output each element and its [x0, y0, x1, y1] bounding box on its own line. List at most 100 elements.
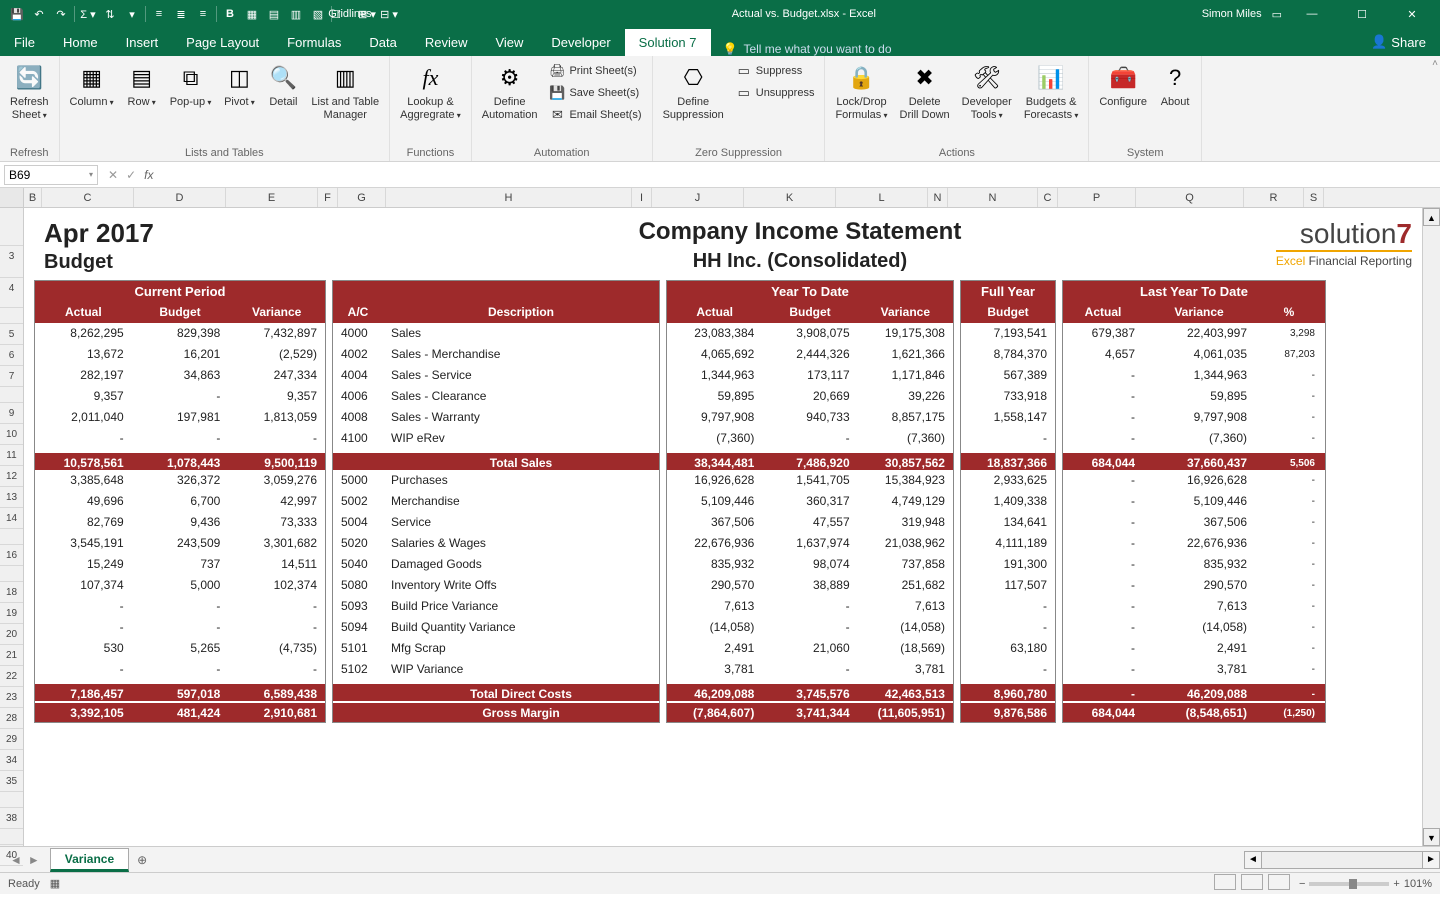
zoom-slider[interactable]: − + 101% [1299, 878, 1432, 890]
vertical-scrollbar[interactable]: ▲ ▼ [1422, 208, 1440, 846]
developer-button[interactable]: 🛠Developer Tools [956, 58, 1018, 126]
col-header[interactable]: B [24, 188, 42, 207]
row-header[interactable] [0, 566, 23, 582]
row-header[interactable]: 11 [0, 445, 23, 466]
cancel-icon[interactable]: ✕ [108, 168, 118, 182]
scroll-left-icon[interactable]: ◄ [1244, 851, 1262, 869]
unsuppress-button[interactable]: ▭Unsuppress [734, 82, 817, 104]
row-header[interactable]: 10 [0, 424, 23, 445]
macro-icon[interactable]: ▦ [50, 877, 60, 890]
pop-up-button[interactable]: ⧉Pop-up [164, 58, 218, 113]
row-header[interactable]: 9 [0, 403, 23, 424]
minimize-button[interactable]: — [1292, 8, 1332, 20]
zoom-out-icon[interactable]: − [1299, 878, 1305, 890]
lookup---button[interactable]: fxLookup & Aggregrate [394, 58, 467, 126]
enter-icon[interactable]: ✓ [126, 168, 136, 182]
col-header[interactable]: S [1304, 188, 1324, 207]
row-header[interactable]: 21 [0, 645, 23, 666]
row-header[interactable]: 12 [0, 466, 23, 487]
undo-icon[interactable]: ↶ [30, 5, 48, 23]
normal-view-icon[interactable] [1214, 874, 1236, 890]
scroll-right-icon[interactable]: ► [1422, 851, 1440, 869]
col-header[interactable]: J [652, 188, 744, 207]
row-header[interactable] [0, 208, 23, 246]
user-name[interactable]: Simon Miles [1202, 8, 1262, 20]
row-header[interactable]: 20 [0, 624, 23, 645]
col-header[interactable]: R [1244, 188, 1304, 207]
col-header[interactable]: C [1038, 188, 1058, 207]
tab-developer[interactable]: Developer [537, 29, 624, 56]
border-icon[interactable]: ▧ [309, 5, 327, 23]
tab-page-layout[interactable]: Page Layout [172, 29, 273, 56]
row-header[interactable]: 35 [0, 771, 23, 792]
sort-icon[interactable]: ⇅ [101, 5, 119, 23]
bold-icon[interactable]: B [221, 5, 239, 23]
col-header[interactable]: P [1058, 188, 1136, 207]
pivot-button[interactable]: ◫Pivot [217, 58, 261, 113]
col-header[interactable]: I [632, 188, 652, 207]
lock-drop-button[interactable]: 🔒Lock/Drop Formulas [829, 58, 893, 126]
row-header[interactable]: 19 [0, 603, 23, 624]
row-header[interactable] [0, 387, 23, 403]
tab-insert[interactable]: Insert [112, 29, 173, 56]
filter-icon[interactable]: ▾ [123, 5, 141, 23]
row-header[interactable] [0, 792, 23, 808]
tell-me[interactable]: 💡 Tell me what you want to do [723, 42, 892, 56]
col-header[interactable]: E [226, 188, 318, 207]
tab-view[interactable]: View [481, 29, 537, 56]
print-sheet-s--button[interactable]: 🖨Print Sheet(s) [547, 60, 643, 82]
worksheet[interactable]: Apr 2017 Budget Company Income Statement… [24, 208, 1422, 846]
define-button[interactable]: ⎔Define Suppression [657, 58, 730, 126]
col-header[interactable]: N [928, 188, 948, 207]
col-header[interactable]: G [338, 188, 386, 207]
email-sheet-s--button[interactable]: ✉Email Sheet(s) [547, 104, 643, 126]
row-header[interactable]: 3 [0, 246, 23, 278]
row-header[interactable] [0, 308, 23, 324]
sheet-tab-variance[interactable]: Variance [50, 848, 129, 872]
row-header[interactable]: 38 [0, 808, 23, 829]
tab-prev-icon[interactable]: ◄ [10, 853, 22, 867]
tab-solution-7[interactable]: Solution 7 [625, 29, 711, 56]
row-header[interactable]: 13 [0, 487, 23, 508]
horizontal-scrollbar[interactable]: ◄ ► [1244, 851, 1440, 869]
formula-input[interactable] [159, 165, 1440, 185]
scroll-down-icon[interactable]: ▼ [1423, 828, 1440, 846]
align-center-icon[interactable]: ≣ [172, 5, 190, 23]
col-header[interactable]: D [134, 188, 226, 207]
row-header[interactable]: 14 [0, 508, 23, 529]
row-header[interactable]: 18 [0, 582, 23, 603]
merge-icon[interactable]: ⊞ ▾ [358, 5, 376, 23]
column-button[interactable]: ▦Column [64, 58, 120, 113]
col-header[interactable]: Q [1136, 188, 1244, 207]
row-header[interactable]: 23 [0, 687, 23, 708]
scroll-up-icon[interactable]: ▲ [1423, 208, 1440, 226]
tab-data[interactable]: Data [355, 29, 410, 56]
page-break-view-icon[interactable] [1268, 874, 1290, 890]
col-header[interactable]: C [42, 188, 134, 207]
name-box[interactable]: B69▾ [4, 165, 98, 185]
row-button[interactable]: ▤Row [120, 58, 164, 113]
row-header[interactable]: 4 [0, 278, 23, 308]
delete-button[interactable]: ✖Delete Drill Down [894, 58, 956, 126]
budgets---button[interactable]: 📊Budgets & Forecasts [1018, 58, 1085, 126]
tab-next-icon[interactable]: ► [28, 853, 40, 867]
row-header[interactable] [0, 529, 23, 545]
col-header[interactable]: K [744, 188, 836, 207]
detail-button[interactable]: 🔍Detail [261, 58, 305, 113]
share-button[interactable]: 👤 Share [1357, 28, 1440, 56]
tab-review[interactable]: Review [411, 29, 482, 56]
suppress-button[interactable]: ▭Suppress [734, 60, 817, 82]
tab-formulas[interactable]: Formulas [273, 29, 355, 56]
maximize-button[interactable]: ☐ [1342, 8, 1382, 21]
row-header[interactable]: 28 [0, 708, 23, 729]
save-sheet-s--button[interactable]: 💾Save Sheet(s) [547, 82, 643, 104]
row-header[interactable]: 6 [0, 345, 23, 366]
col-header[interactable]: H [386, 188, 632, 207]
redo-icon[interactable]: ↷ [52, 5, 70, 23]
row-header[interactable]: 22 [0, 666, 23, 687]
zoom-level[interactable]: 101% [1404, 878, 1432, 890]
fx-icon[interactable]: fx [144, 168, 153, 182]
border-icon[interactable]: ▦ [243, 5, 261, 23]
collapse-ribbon-icon[interactable]: ˄ [1432, 58, 1438, 69]
select-all[interactable] [0, 188, 24, 207]
